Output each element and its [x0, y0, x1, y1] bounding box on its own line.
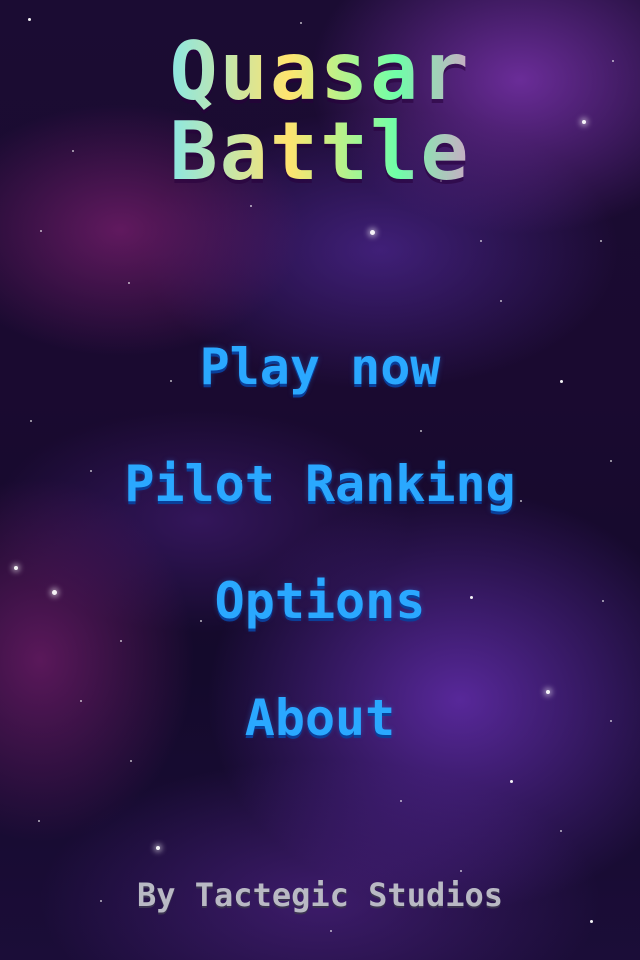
- star: [370, 230, 375, 235]
- star: [38, 820, 40, 822]
- pilot-ranking-button[interactable]: Pilot Ranking: [124, 425, 515, 542]
- star: [300, 22, 302, 24]
- game-title: Quasar Battle: [0, 32, 640, 192]
- star: [560, 830, 562, 832]
- star: [500, 300, 502, 302]
- star: [28, 18, 31, 21]
- play-now-button[interactable]: Play now: [200, 308, 441, 425]
- star: [156, 846, 160, 850]
- star: [480, 240, 482, 242]
- star: [590, 920, 593, 923]
- star: [250, 205, 252, 207]
- star: [400, 800, 402, 802]
- main-menu: Play now Pilot Ranking Options About: [0, 308, 640, 776]
- star: [460, 870, 462, 872]
- options-button[interactable]: Options: [215, 542, 426, 659]
- star: [600, 240, 602, 242]
- star: [40, 230, 42, 232]
- studio-credit: By Tactegic Studios: [136, 876, 504, 914]
- star: [330, 930, 332, 932]
- star: [510, 780, 513, 783]
- star: [128, 282, 130, 284]
- main-menu-screen: Quasar Battle Quasar Battle Play now Pil…: [0, 0, 640, 960]
- about-button[interactable]: About: [245, 659, 396, 776]
